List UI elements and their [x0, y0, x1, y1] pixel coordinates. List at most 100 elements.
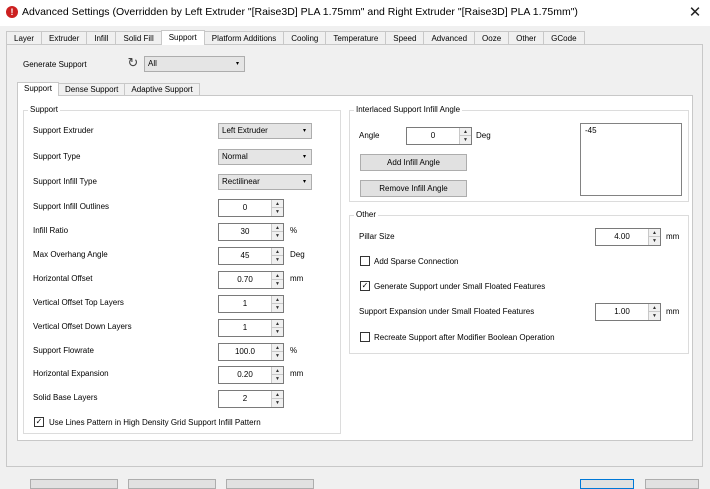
- pillar-size-unit: mm: [666, 232, 680, 241]
- infill-ratio-label: Infill Ratio: [33, 226, 69, 235]
- support-extruder-select[interactable]: Left Extruder ▾: [218, 123, 312, 139]
- spinner-buttons: ▲ ▼: [271, 296, 283, 312]
- support-type-select[interactable]: Normal ▾: [218, 149, 312, 165]
- add-infill-angle-button[interactable]: Add Infill Angle: [360, 154, 467, 171]
- max-overhang-label: Max Overhang Angle: [33, 250, 108, 259]
- generate-support-value: All: [148, 59, 157, 68]
- bottom-button[interactable]: [30, 479, 118, 489]
- horizontal-expansion-value: 0.20: [237, 370, 253, 379]
- add-sparse-connection-label: Add Sparse Connection: [374, 257, 459, 266]
- spin-down-icon[interactable]: ▼: [272, 328, 283, 336]
- bottom-button[interactable]: [580, 479, 634, 489]
- subtab-support[interactable]: Support: [17, 82, 60, 96]
- tab-cooling[interactable]: Cooling: [283, 31, 327, 45]
- spin-up-icon[interactable]: ▲: [272, 200, 283, 208]
- recreate-support-label: Recreate Support after Modifier Boolean …: [374, 333, 555, 342]
- support-infill-outlines-spinner[interactable]: 0 ▲ ▼: [218, 199, 284, 217]
- spin-up-icon[interactable]: ▲: [272, 224, 283, 232]
- support-flowrate-value: 100.0: [234, 347, 256, 356]
- main-tab-bar: Layer Extruder Infill Solid Fill Support…: [6, 30, 585, 45]
- spinner-buttons: ▲ ▼: [271, 367, 283, 383]
- close-button[interactable]: ✕: [680, 0, 710, 26]
- support-infill-type-select[interactable]: Rectilinear ▾: [218, 174, 312, 190]
- spin-up-icon[interactable]: ▲: [272, 296, 283, 304]
- spin-up-icon[interactable]: ▲: [272, 248, 283, 256]
- vertical-offset-top-spinner[interactable]: 1 ▲ ▼: [218, 295, 284, 313]
- support-group-title: Support: [28, 105, 61, 114]
- tab-extruder[interactable]: Extruder: [41, 31, 88, 45]
- recreate-support-checkbox[interactable]: [360, 332, 370, 342]
- spin-down-icon[interactable]: ▼: [649, 312, 660, 320]
- bottom-button[interactable]: [128, 479, 216, 489]
- tab-temperature[interactable]: Temperature: [325, 31, 387, 45]
- generate-small-features-checkbox[interactable]: ✓: [360, 281, 370, 291]
- tab-infill[interactable]: Infill: [86, 31, 117, 45]
- chevron-down-icon: ▾: [302, 179, 306, 185]
- spin-up-icon[interactable]: ▲: [649, 229, 660, 237]
- infill-ratio-unit: %: [290, 226, 298, 235]
- infill-ratio-spinner[interactable]: 30 ▲ ▼: [218, 223, 284, 241]
- title-bar: ! Advanced Settings (Overridden by Left …: [0, 0, 710, 26]
- interlaced-angle-group: Interlaced Support Infill Angle Angle 0 …: [349, 105, 689, 202]
- support-extruder-value: Left Extruder: [222, 126, 268, 135]
- angle-list[interactable]: -45: [580, 123, 682, 196]
- spinner-buttons: ▲ ▼: [271, 320, 283, 336]
- support-flowrate-spinner[interactable]: 100.0 ▲ ▼: [218, 343, 284, 361]
- support-expansion-spinner[interactable]: 1.00 ▲ ▼: [595, 303, 661, 321]
- spin-down-icon[interactable]: ▼: [272, 232, 283, 240]
- tab-other[interactable]: Other: [508, 31, 545, 45]
- angle-spinner[interactable]: 0 ▲ ▼: [406, 127, 472, 145]
- pillar-size-spinner[interactable]: 4.00 ▲ ▼: [595, 228, 661, 246]
- spin-up-icon[interactable]: ▲: [649, 304, 660, 312]
- tab-layer[interactable]: Layer: [6, 31, 43, 45]
- bottom-button[interactable]: [645, 479, 699, 489]
- solid-base-layers-spinner[interactable]: 2 ▲ ▼: [218, 390, 284, 408]
- spin-down-icon[interactable]: ▼: [272, 256, 283, 264]
- tab-speed[interactable]: Speed: [385, 31, 425, 45]
- vertical-offset-down-value: 1: [242, 323, 248, 332]
- spin-up-icon[interactable]: ▲: [272, 367, 283, 375]
- spin-down-icon[interactable]: ▼: [460, 136, 471, 144]
- horizontal-expansion-label: Horizontal Expansion: [33, 369, 109, 378]
- spin-down-icon[interactable]: ▼: [272, 208, 283, 216]
- max-overhang-spinner[interactable]: 45 ▲ ▼: [218, 247, 284, 265]
- spin-down-icon[interactable]: ▼: [272, 399, 283, 407]
- spin-down-icon[interactable]: ▼: [272, 352, 283, 360]
- tab-support[interactable]: Support: [160, 30, 205, 45]
- support-extruder-label: Support Extruder: [33, 126, 94, 135]
- spinner-buttons: ▲ ▼: [271, 344, 283, 360]
- sub-tab-bar: Support Dense Support Adaptive Support: [17, 82, 200, 96]
- remove-infill-angle-button[interactable]: Remove Infill Angle: [360, 180, 467, 197]
- support-infill-outlines-label: Support Infill Outlines: [33, 202, 110, 211]
- support-tab-panel: Generate Support ↻ All ▾ Support Dense S…: [6, 44, 703, 467]
- spin-up-icon[interactable]: ▲: [272, 344, 283, 352]
- list-item[interactable]: -45: [585, 126, 597, 135]
- reset-icon[interactable]: ↻: [126, 56, 140, 70]
- spin-down-icon[interactable]: ▼: [649, 237, 660, 245]
- spin-up-icon[interactable]: ▲: [272, 391, 283, 399]
- spin-down-icon[interactable]: ▼: [272, 304, 283, 312]
- spin-up-icon[interactable]: ▲: [460, 128, 471, 136]
- pillar-size-value: 4.00: [614, 232, 630, 241]
- add-sparse-connection-checkbox[interactable]: [360, 256, 370, 266]
- horizontal-expansion-spinner[interactable]: 0.20 ▲ ▼: [218, 366, 284, 384]
- spin-up-icon[interactable]: ▲: [272, 320, 283, 328]
- warning-icon: !: [6, 6, 18, 18]
- horizontal-offset-spinner[interactable]: 0.70 ▲ ▼: [218, 271, 284, 289]
- tab-advanced[interactable]: Advanced: [423, 31, 476, 45]
- spin-down-icon[interactable]: ▼: [272, 280, 283, 288]
- tab-gcode[interactable]: GCode: [543, 31, 585, 45]
- spin-up-icon[interactable]: ▲: [272, 272, 283, 280]
- use-lines-pattern-checkbox[interactable]: ✓: [34, 417, 44, 427]
- bottom-button-bar: [0, 475, 710, 489]
- tab-solid-fill[interactable]: Solid Fill: [115, 31, 162, 45]
- support-flowrate-label: Support Flowrate: [33, 346, 94, 355]
- tab-platform-additions[interactable]: Platform Additions: [203, 31, 285, 45]
- bottom-button[interactable]: [226, 479, 314, 489]
- support-subpanel: Support Support Extruder Left Extruder ▾…: [17, 95, 693, 441]
- spin-down-icon[interactable]: ▼: [272, 375, 283, 383]
- generate-support-select[interactable]: All ▾: [144, 56, 245, 72]
- vertical-offset-down-spinner[interactable]: 1 ▲ ▼: [218, 319, 284, 337]
- tab-ooze[interactable]: Ooze: [474, 31, 510, 45]
- spinner-buttons: ▲ ▼: [271, 200, 283, 216]
